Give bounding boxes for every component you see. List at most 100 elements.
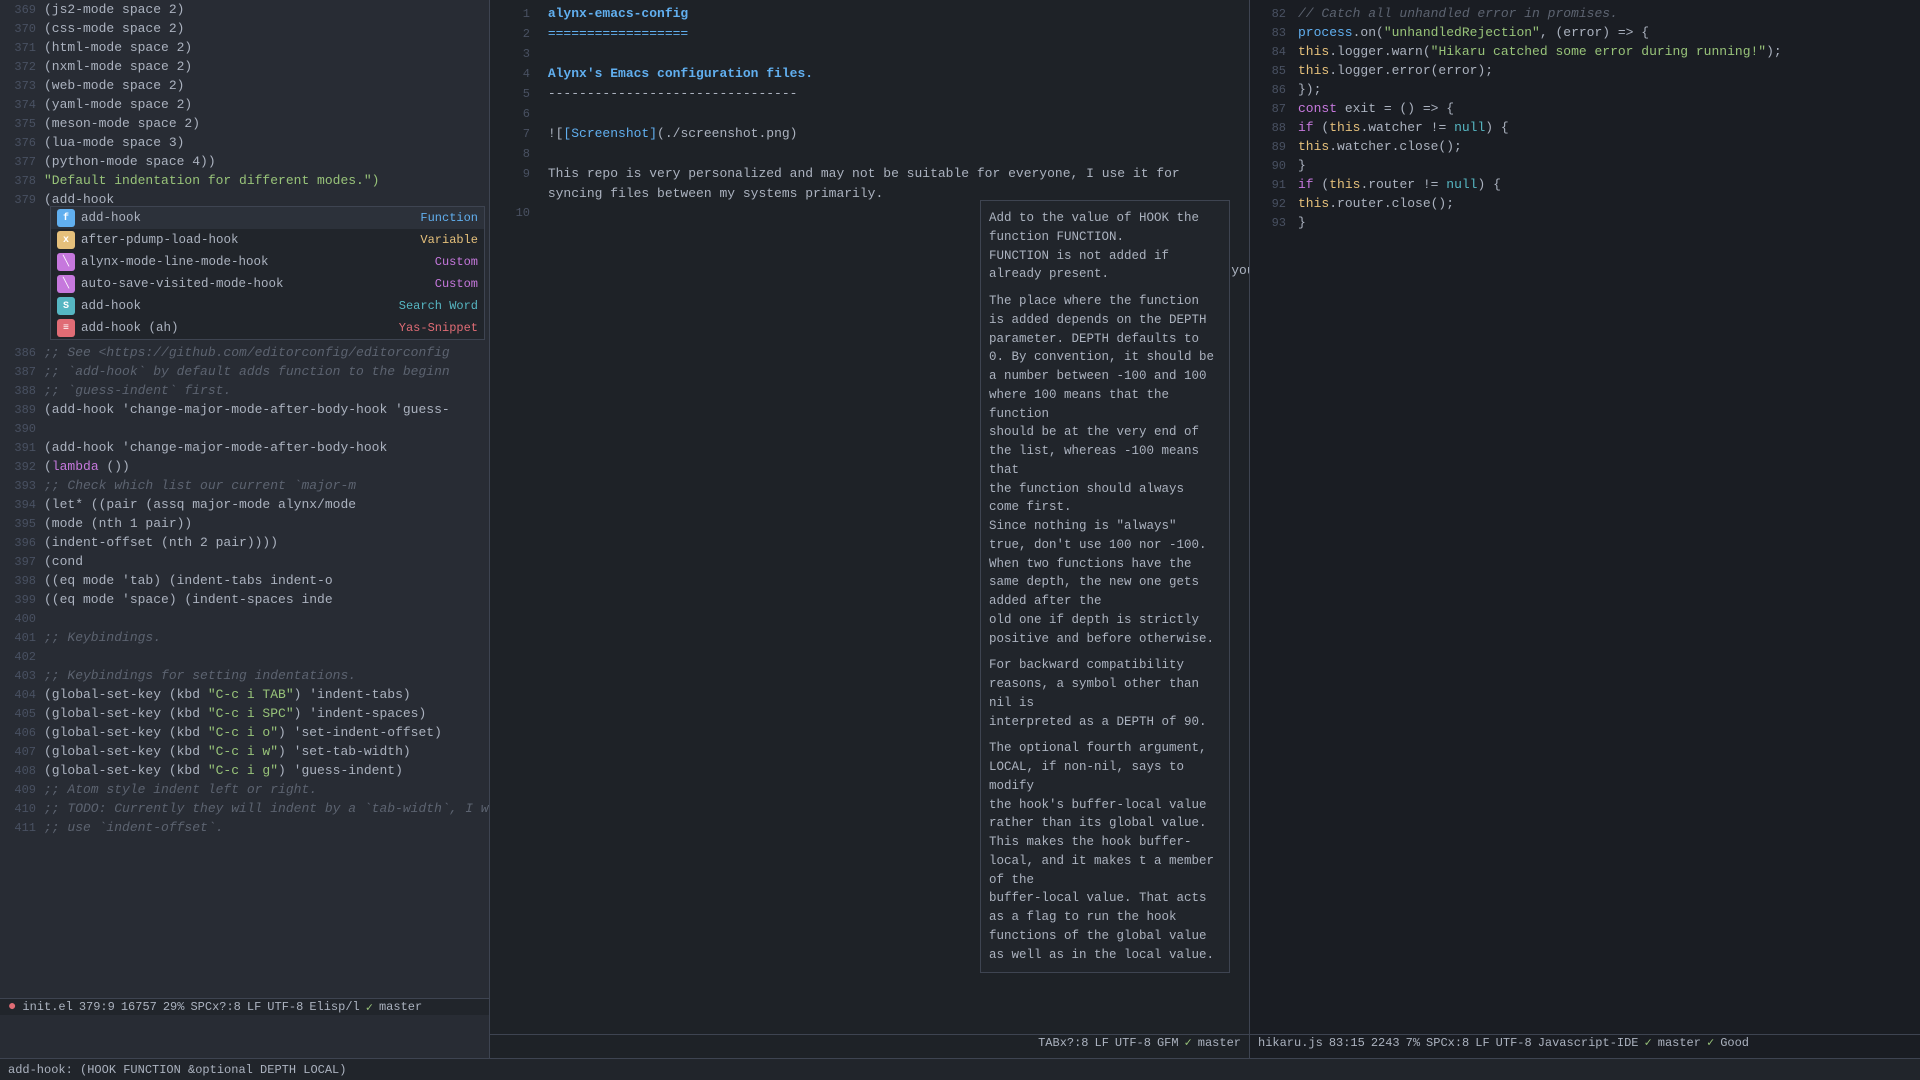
status-indicator: ● [8, 999, 16, 1015]
doc-line: a number between -100 and 100 where 100 … [989, 367, 1221, 423]
readme-line: 9 This repo is very personalized and may… [502, 164, 1237, 184]
code-line: 388 ;; `guess-indent` first. [0, 381, 489, 400]
mini-buffer-text: add-hook: (HOOK FUNCTION &optional DEPTH… [8, 1063, 346, 1077]
code-line: 387 ;; `add-hook` by default adds functi… [0, 362, 489, 381]
code-line: 376 (lua-mode space 3) [0, 133, 489, 152]
check-middle: ✓ [1185, 1035, 1192, 1050]
doc-line: Since nothing is "always" true, don't us… [989, 517, 1221, 555]
percent-left: 29% [163, 1000, 185, 1014]
doc-line: When two functions have the same depth, … [989, 555, 1221, 611]
enc-right: UTF-8 [1496, 1036, 1532, 1050]
js-line: 88 if (this.watcher != null) { [1250, 118, 1920, 137]
readme-line: 5 -------------------------------- [502, 84, 1237, 104]
main-area: 369 (js2-mode space 2) 370 (css-mode spa… [0, 0, 1920, 1058]
middle-pane-readme: Add to the value of HOOK the function FU… [490, 0, 1250, 1058]
custom-icon-2: ╲ [57, 275, 75, 293]
filename-right: hikaru.js [1258, 1036, 1323, 1050]
function-icon: f [57, 209, 75, 227]
check-left: ✓ [366, 1000, 373, 1015]
code-line: 404 (global-set-key (kbd "C-c i TAB") 'i… [0, 685, 489, 704]
right-pane-hikaru: 82 // Catch all unhandled error in promi… [1250, 0, 1920, 1058]
branch-middle: master [1198, 1036, 1241, 1050]
code-line: 406 (global-set-key (kbd "C-c i o") 'set… [0, 723, 489, 742]
readme-line: 3 [502, 44, 1237, 64]
completion-item-auto-save[interactable]: ╲ auto-save-visited-mode-hook Custom [51, 273, 484, 295]
padding-left: SPCx?:8 [190, 1000, 240, 1014]
js-line: 91 if (this.router != null) { [1250, 175, 1920, 194]
mode-middle: GFM [1157, 1036, 1179, 1050]
completion-item-alynx-mode[interactable]: ╲ alynx-mode-line-mode-hook Custom [51, 251, 484, 273]
code-line: 389 (add-hook 'change-major-mode-after-b… [0, 400, 489, 419]
completion-item-add-hook-snippet[interactable]: ≡ add-hook (ah) Yas-Snippet [51, 317, 484, 339]
doc-line: interpreted as a DEPTH of 90. [989, 713, 1221, 732]
check-right-1: ✓ [1645, 1035, 1652, 1050]
doc-line: old one if depth is strictly positive an… [989, 611, 1221, 649]
code-line: 370 (css-mode space 2) [0, 19, 489, 38]
le-right: LF [1475, 1036, 1489, 1050]
code-line: 396 (indent-offset (nth 2 pair)))) [0, 533, 489, 552]
js-line: 89 this.watcher.close(); [1250, 137, 1920, 156]
position-left: 379:9 [79, 1000, 115, 1014]
status-bar-middle: TABx?:8 LF UTF-8 GFM ✓ master [490, 1034, 1249, 1050]
js-line: 87 const exit = () => { [1250, 99, 1920, 118]
branch-right: master [1658, 1036, 1701, 1050]
completion-doc-panel: Add to the value of HOOK the function FU… [980, 200, 1230, 973]
code-line: 400 [0, 609, 489, 628]
code-line: 399 ((eq mode 'space) (indent-spaces ind… [0, 590, 489, 609]
code-line: 408 (global-set-key (kbd "C-c i g") 'gue… [0, 761, 489, 780]
code-line: 402 [0, 647, 489, 666]
doc-line: the function should always come first. [989, 480, 1221, 518]
code-line: 377 (python-mode space 4)) [0, 152, 489, 171]
doc-line: should be at the very end of the list, w… [989, 423, 1221, 479]
code-line: 371 (html-mode space 2) [0, 38, 489, 57]
le-middle: LF [1095, 1036, 1109, 1050]
js-line: 84 this.logger.warn("Hikaru catched some… [1250, 42, 1920, 61]
readme-line: 6 [502, 104, 1237, 124]
doc-line: FUNCTION is not added if already present… [989, 247, 1221, 285]
code-line: 409 ;; Atom style indent left or right. [0, 780, 489, 799]
custom-icon-1: ╲ [57, 253, 75, 271]
readme-line: 7 ![[Screenshot](./screenshot.png) [502, 124, 1237, 144]
enc-middle: UTF-8 [1115, 1036, 1151, 1050]
completion-popup[interactable]: f add-hook Function x after-pdump-load-h… [50, 206, 485, 340]
js-line: 93 } [1250, 213, 1920, 232]
code-line: 401 ;; Keybindings. [0, 628, 489, 647]
doc-line: The optional fourth argument, LOCAL, if … [989, 739, 1221, 795]
le-left: LF [247, 1000, 261, 1014]
code-line: 403 ;; Keybindings for setting indentati… [0, 666, 489, 685]
doc-line: Add to the value of HOOK the function FU… [989, 209, 1221, 247]
code-line: 397 (cond [0, 552, 489, 571]
readme-line: 4 Alynx's Emacs configuration files. [502, 64, 1237, 84]
js-line: 83 process.on("unhandledRejection", (err… [1250, 23, 1920, 42]
status-bar-left: ● init.el 379:9 16757 29% SPCx?:8 LF UTF… [0, 998, 490, 1015]
code-line: 394 (let* ((pair (assq major-mode alynx/… [0, 495, 489, 514]
padding-middle: TABx?:8 [1038, 1036, 1088, 1050]
js-line: 82 // Catch all unhandled error in promi… [1250, 4, 1920, 23]
mode-left: Elisp/l [309, 1000, 359, 1014]
code-line: 405 (global-set-key (kbd "C-c i SPC") 'i… [0, 704, 489, 723]
branch-left: master [379, 1000, 422, 1014]
code-line: 411 ;; use `indent-offset`. [0, 818, 489, 837]
left-pane-init-el: 369 (js2-mode space 2) 370 (css-mode spa… [0, 0, 490, 1058]
code-line: 410 ;; TODO: Currently they will indent … [0, 799, 489, 818]
variable-icon: x [57, 231, 75, 249]
readme-line: 1 alynx-emacs-config [502, 4, 1237, 24]
code-line: 386 ;; See <https://github.com/editorcon… [0, 343, 489, 362]
code-line: 375 (meson-mode space 2) [0, 114, 489, 133]
readme-line: 8 [502, 144, 1237, 164]
js-line: 92 this.router.close(); [1250, 194, 1920, 213]
code-line: 398 ((eq mode 'tab) (indent-tabs indent-… [0, 571, 489, 590]
position-right: 83:15 [1329, 1036, 1365, 1050]
doc-line: This makes the hook buffer-local, and it… [989, 833, 1221, 889]
completion-item-after-pdump[interactable]: x after-pdump-load-hook Variable [51, 229, 484, 251]
completion-item-add-hook-search[interactable]: S add-hook Search Word [51, 295, 484, 317]
completion-item-add-hook-function[interactable]: f add-hook Function [51, 207, 484, 229]
snippet-icon: ≡ [57, 319, 75, 337]
good-right: Good [1720, 1036, 1749, 1050]
code-line: 391 (add-hook 'change-major-mode-after-b… [0, 438, 489, 457]
check-right-2: ✓ [1707, 1035, 1714, 1050]
code-line: 395 (mode (nth 1 pair)) [0, 514, 489, 533]
search-icon: S [57, 297, 75, 315]
doc-line: The place where the function is added de… [989, 292, 1221, 330]
code-line: 393 ;; Check which list our current `maj… [0, 476, 489, 495]
